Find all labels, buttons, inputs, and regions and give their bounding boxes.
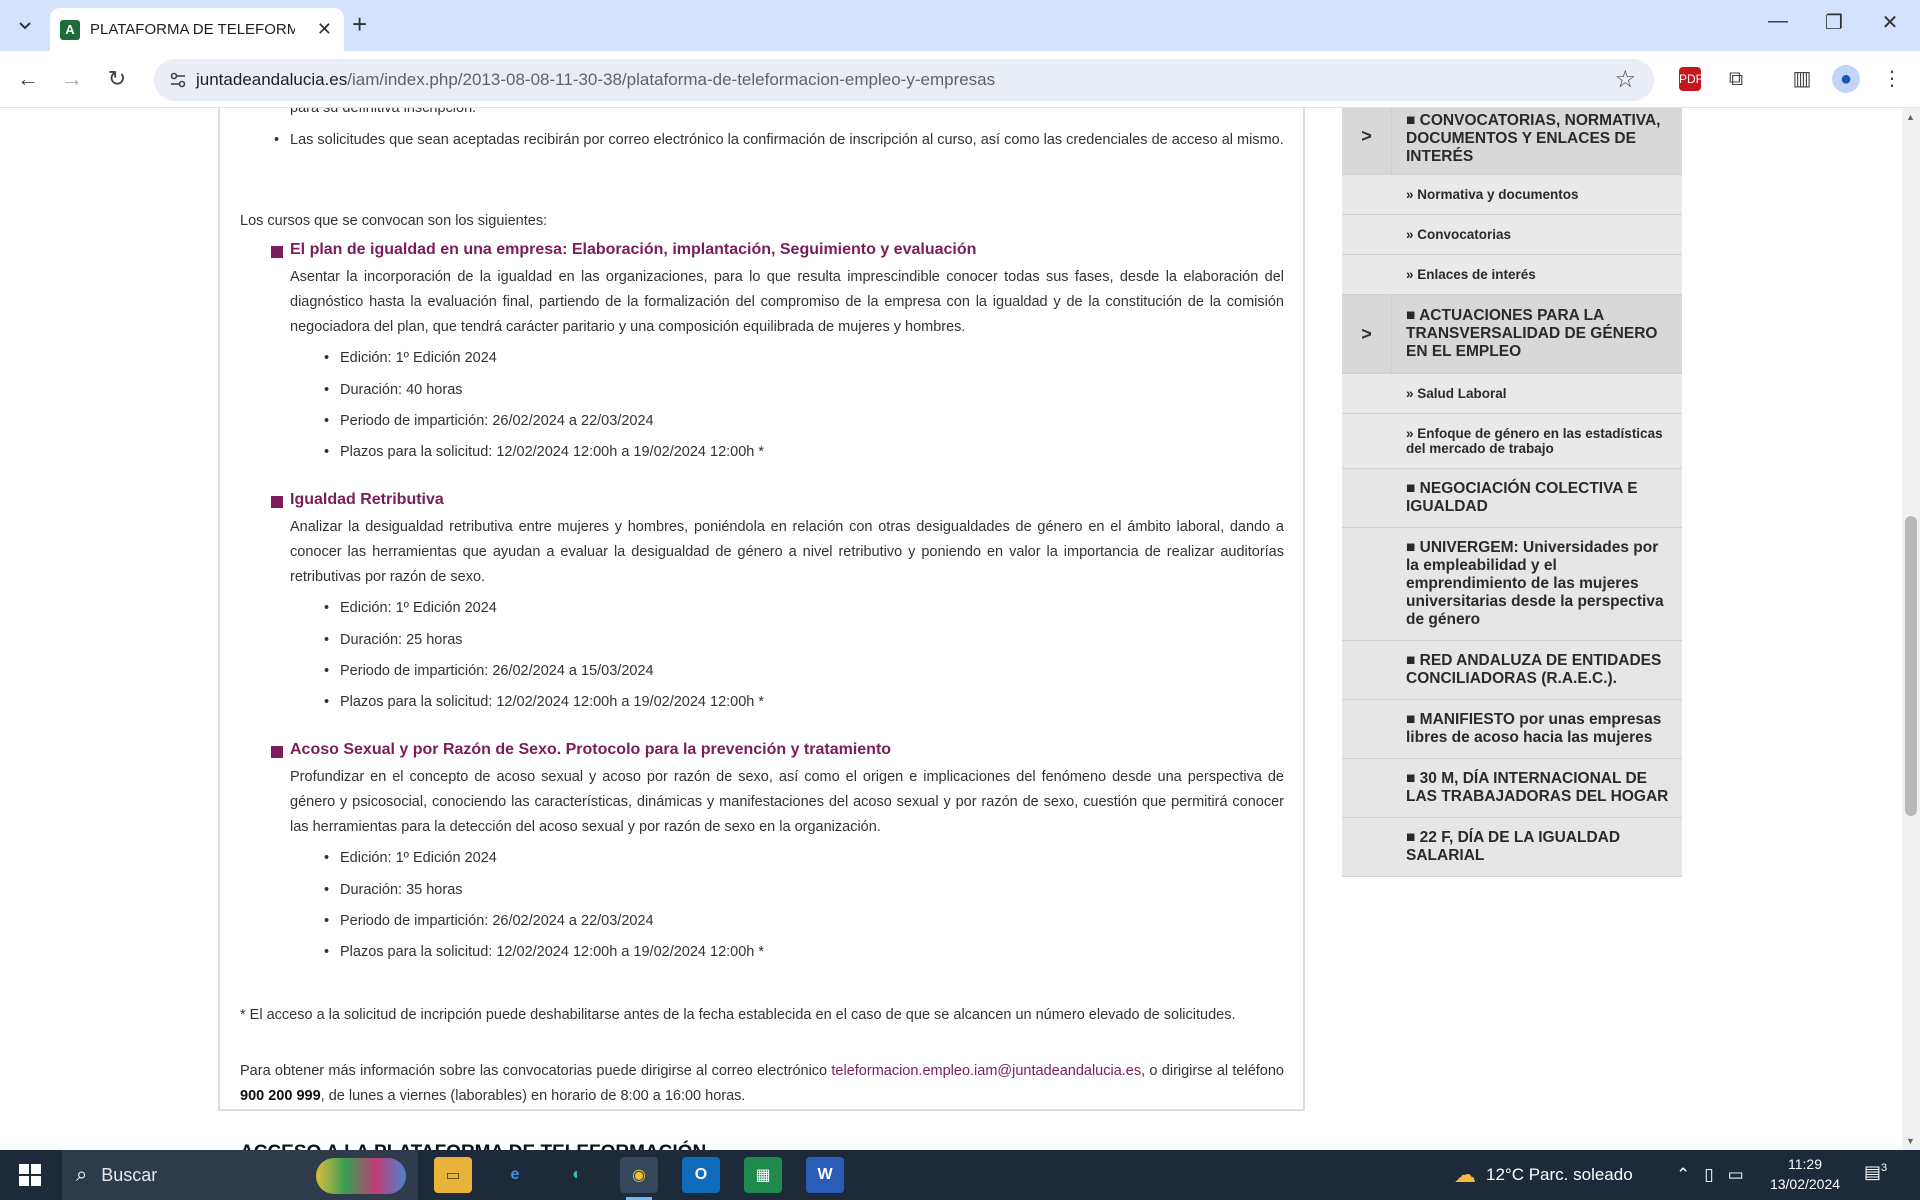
minimize-icon[interactable]: — xyxy=(1758,10,1798,33)
sidebar-sub-normativa[interactable]: » Normativa y documentos xyxy=(1342,175,1682,215)
course-1-duration: Duración: 40 horas xyxy=(324,382,462,398)
course-bullet-square-icon xyxy=(271,496,283,508)
restore-icon[interactable]: ❐ xyxy=(1814,10,1854,35)
weather-cloud-sun-icon: ☁ xyxy=(1454,1162,1476,1187)
tab-title: PLATAFORMA DE TELEFORMACIÓN xyxy=(90,21,295,38)
chrome-icon[interactable]: ◉ xyxy=(620,1157,658,1200)
contact-email-link[interactable]: teleformacion.empleo.iam@juntadeandaluci… xyxy=(831,1063,1141,1079)
accepted-requests-bullet: Las solicitudes que sean aceptadas recib… xyxy=(274,128,1284,153)
sidebar-item-univergem[interactable]: ■ UNIVERGEM: Universidades por la emplea… xyxy=(1342,528,1682,641)
course-2-duration: Duración: 25 horas xyxy=(324,632,462,648)
course-2-deadline: Plazos para la solicitud: 12/02/2024 12:… xyxy=(324,694,764,710)
scroll-up-arrow-icon[interactable]: ▲ xyxy=(1906,112,1915,122)
sidebar-item-negociacion[interactable]: ■ NEGOCIACIÓN COLECTIVA E IGUALDAD xyxy=(1342,469,1682,528)
course-3-deadline: Plazos para la solicitud: 12/02/2024 12:… xyxy=(324,944,764,960)
course-2-title: Igualdad Retributiva xyxy=(290,491,444,508)
pdf-extension-icon[interactable]: PDF xyxy=(1679,67,1703,91)
browser-toolbar: ← → ↻ juntadeandalucia.es/iam/index.php/… xyxy=(0,51,1920,108)
taskbar-search-placeholder: Buscar xyxy=(101,1164,158,1185)
back-arrow-icon[interactable]: ← xyxy=(14,65,42,93)
file-explorer-icon[interactable]: ▭ xyxy=(434,1157,472,1193)
network-icon[interactable]: ▭ xyxy=(1728,1165,1744,1185)
start-button[interactable] xyxy=(0,1150,60,1200)
profile-avatar-icon[interactable]: ● xyxy=(1832,65,1860,93)
bookmark-star-icon[interactable]: ☆ xyxy=(1614,65,1636,94)
system-tray-icons: ⌃ ▯ ▭ xyxy=(1676,1150,1744,1200)
sidebar-sub-convocatorias[interactable]: » Convocatorias xyxy=(1342,215,1682,255)
sidebar-sub-enfoque-genero[interactable]: » Enfoque de género en las estadísticas … xyxy=(1342,414,1682,469)
tray-chevron-up-icon[interactable]: ⌃ xyxy=(1676,1165,1690,1185)
weather-widget[interactable]: ☁ 12°C Parc. soleado xyxy=(1454,1150,1633,1200)
page-scrollbar[interactable]: ▲ ▼ xyxy=(1902,108,1920,1150)
tray-device-icon[interactable]: ▯ xyxy=(1704,1165,1713,1185)
course-3-edition: Edición: 1º Edición 2024 xyxy=(324,850,497,866)
course-3-description: Profundizar en el concepto de acoso sexu… xyxy=(290,769,1284,835)
course-3-duration: Duración: 35 horas xyxy=(324,882,462,898)
course-1-description: Asentar la incorporación de la igualdad … xyxy=(290,269,1284,335)
new-tab-button[interactable]: + xyxy=(352,11,367,37)
forward-arrow-icon[interactable]: → xyxy=(58,65,86,93)
scroll-down-arrow-icon[interactable]: ▼ xyxy=(1906,1136,1915,1146)
edge-icon[interactable]: ◐ xyxy=(558,1157,596,1193)
sidebar-item-manifiesto[interactable]: ■ MANIFIESTO por unas empresas libres de… xyxy=(1342,700,1682,759)
reload-icon[interactable]: ↻ xyxy=(103,65,131,93)
browser-titlebar: A PLATAFORMA DE TELEFORMACIÓN ✕ + — ❐ ✕ xyxy=(0,0,1920,51)
extensions-puzzle-icon[interactable]: ⧉ xyxy=(1722,65,1750,93)
sidebar-category-convocatorias[interactable]: > ■ CONVOCATORIAS, NORMATIVA, DOCUMENTOS… xyxy=(1342,108,1682,175)
site-favicon-icon: A xyxy=(60,19,80,40)
chevron-right-icon: > xyxy=(1342,108,1392,174)
tab-close-icon[interactable]: ✕ xyxy=(317,19,332,40)
course-3-period: Periodo de impartición: 26/02/2024 a 22/… xyxy=(324,913,654,929)
menu-kebab-icon[interactable]: ⋮ xyxy=(1878,65,1906,93)
address-bar[interactable]: juntadeandalucia.es/iam/index.php/2013-0… xyxy=(154,59,1654,101)
course-1-deadline: Plazos para la solicitud: 12/02/2024 12:… xyxy=(324,444,764,460)
previous-text-line: para su definitiva inscripción. xyxy=(290,108,477,116)
internet-explorer-icon[interactable]: e xyxy=(496,1157,534,1193)
sidebar-menu: > ■ CONVOCATORIAS, NORMATIVA, DOCUMENTOS… xyxy=(1342,108,1682,877)
course-2-period: Periodo de impartición: 26/02/2024 a 15/… xyxy=(324,663,654,679)
course-3-title: Acoso Sexual y por Razón de Sexo. Protoc… xyxy=(290,741,892,758)
tab-search-button[interactable] xyxy=(12,12,38,38)
contact-phone: 900 200 999 xyxy=(240,1088,321,1104)
browser-tab-active[interactable]: A PLATAFORMA DE TELEFORMACIÓN ✕ xyxy=(50,8,344,51)
search-highlight-image xyxy=(316,1158,406,1194)
sheets-icon[interactable]: ▦ xyxy=(744,1157,782,1193)
windows-logo-icon xyxy=(19,1164,41,1186)
scrollbar-thumb[interactable] xyxy=(1905,516,1917,816)
next-section-heading: ACCESO A LA PLATAFORMA DE TELEFORMACIÓN xyxy=(240,1142,706,1150)
sidebar-item-raec[interactable]: ■ RED ANDALUZA DE ENTIDADES CONCILIADORA… xyxy=(1342,641,1682,700)
sidebar-item-30m[interactable]: ■ 30 M, DÍA INTERNACIONAL DE LAS TRABAJA… xyxy=(1342,759,1682,818)
footnote: * El acceso a la solicitud de incripción… xyxy=(240,1007,1236,1023)
sidebar-sub-enlaces[interactable]: » Enlaces de interés xyxy=(1342,255,1682,295)
outlook-icon[interactable]: O xyxy=(682,1157,720,1193)
page-viewport: para su definitiva inscripción. Las soli… xyxy=(0,108,1902,1150)
word-icon[interactable]: W xyxy=(806,1157,844,1193)
windows-taskbar: ⌕ Buscar ▭ e ◐ ◉ O ▦ W ☁ 12°C Parc. sole… xyxy=(0,1150,1920,1200)
course-2-description: Analizar la desigualdad retributiva entr… xyxy=(290,519,1284,585)
chevron-right-icon: > xyxy=(1342,295,1392,373)
course-1-title: El plan de igualdad en una empresa: Elab… xyxy=(290,241,977,258)
taskbar-search-box[interactable]: ⌕ Buscar xyxy=(62,1150,418,1200)
sidebar-item-22f[interactable]: ■ 22 F, DÍA DE LA IGUALDAD SALARIAL xyxy=(1342,818,1682,877)
sidebar-sub-salud-laboral[interactable]: » Salud Laboral xyxy=(1342,374,1682,414)
side-panel-icon[interactable]: ▥ xyxy=(1788,65,1816,93)
courses-intro: Los cursos que se convocan son los sigui… xyxy=(240,213,548,229)
sidebar-category-transversalidad[interactable]: > ■ ACTUACIONES PARA LA TRANSVERSALIDAD … xyxy=(1342,295,1682,374)
chevron-down-icon xyxy=(19,22,31,30)
url-text: juntadeandalucia.es/iam/index.php/2013-0… xyxy=(196,70,996,89)
course-bullet-square-icon xyxy=(271,246,283,258)
taskbar-clock[interactable]: 11:29 13/02/2024 xyxy=(1760,1154,1850,1194)
course-1-edition: Edición: 1º Edición 2024 xyxy=(324,350,497,366)
course-2-edition: Edición: 1º Edición 2024 xyxy=(324,600,497,616)
contact-info: Para obtener más información sobre las c… xyxy=(240,1063,1284,1104)
site-info-icon[interactable] xyxy=(168,70,188,90)
course-bullet-square-icon xyxy=(271,746,283,758)
close-window-icon[interactable]: ✕ xyxy=(1870,10,1910,35)
search-icon: ⌕ xyxy=(76,1163,88,1186)
course-1-period: Periodo de impartición: 26/02/2024 a 22/… xyxy=(324,413,654,429)
notification-center-icon[interactable]: ▤3 xyxy=(1864,1162,1887,1183)
